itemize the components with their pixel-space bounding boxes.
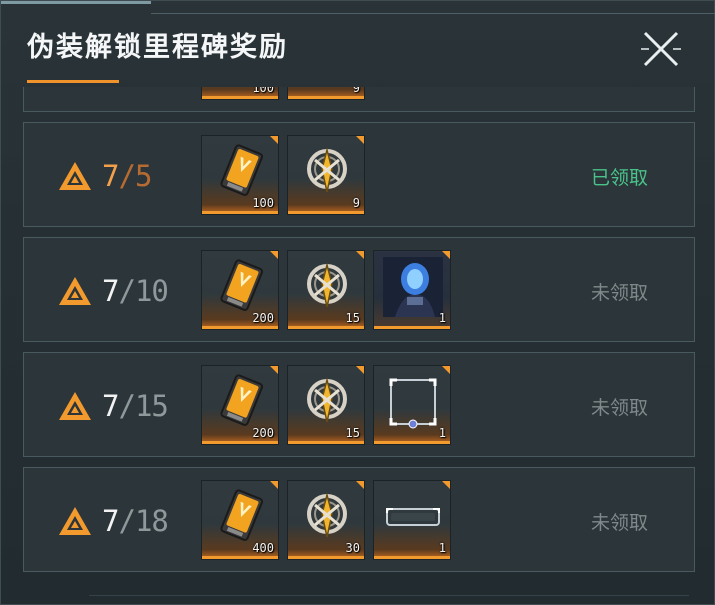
crossed-swords-emblem-icon <box>307 262 347 308</box>
claim-status[interactable]: 未领取 <box>591 393 648 420</box>
milestone-row: 7/5 100 9 已领取 <box>23 122 695 227</box>
milestone-progress: 7/18 <box>58 501 169 541</box>
reward-item[interactable]: 100 <box>201 135 279 215</box>
reward-item[interactable]: 1 <box>373 250 451 330</box>
reward-item[interactable]: 15 <box>287 250 365 330</box>
close-button[interactable] <box>639 27 683 71</box>
target-count: 18 <box>134 504 169 538</box>
gold-card-icon <box>220 374 264 426</box>
panel-header: 伪装解锁里程碑奖励 <box>1 1 715 87</box>
count-slash: / <box>118 504 135 538</box>
reward-quantity: 200 <box>252 311 274 325</box>
current-count: 7 <box>102 274 119 308</box>
reward-items: 100 9 <box>201 87 373 102</box>
crossed-swords-emblem-icon <box>307 377 347 423</box>
target-count: 5 <box>134 159 152 193</box>
milestone-progress: 7/5 <box>58 156 152 196</box>
milestone-row-partial: 100 9 <box>23 87 695 112</box>
reward-quantity: 9 <box>352 196 360 210</box>
reward-item[interactable]: 200 <box>201 250 279 330</box>
count-slash: / <box>118 159 135 193</box>
crossed-swords-emblem-icon <box>307 147 347 193</box>
claim-status[interactable]: 未领取 <box>591 508 648 535</box>
gold-card-icon <box>220 489 264 541</box>
reward-quantity: 15 <box>345 426 360 440</box>
claim-status[interactable]: 已领取 <box>591 163 648 190</box>
reward-item[interactable]: 1 <box>373 365 451 445</box>
reward-items: 400 30 1 <box>201 480 459 562</box>
progress-count: 7/18 <box>102 504 169 538</box>
count-slash: / <box>118 274 135 308</box>
milestone-row: 7/15 200 15 1 未领取 <box>23 352 695 457</box>
reward-quantity: 1 <box>438 311 446 325</box>
progress-count: 7/10 <box>102 274 169 308</box>
triangle-logo-icon <box>59 162 91 190</box>
count-slash: / <box>118 389 135 423</box>
reward-quantity: 400 <box>252 541 274 555</box>
current-count: 7 <box>102 159 119 193</box>
reward-item[interactable]: 30 <box>287 480 365 560</box>
milestone-progress: 7/10 <box>58 271 169 311</box>
reward-item[interactable]: 15 <box>287 365 365 445</box>
reward-quantity: 30 <box>345 541 360 555</box>
footer-line <box>89 595 689 596</box>
reward-item[interactable]: 9 <box>287 87 365 100</box>
gold-card-icon <box>220 259 264 311</box>
milestone-row: 7/18 400 30 1 未领取 <box>23 467 695 572</box>
milestone-list[interactable]: 100 9 7/5 100 9 已领取 7/10 200 15 1 未领取 7/… <box>23 87 697 583</box>
panel-title: 伪装解锁里程碑奖励 <box>27 32 288 63</box>
reward-items: 100 9 <box>201 135 373 217</box>
character-portrait-icon <box>383 257 443 317</box>
reward-item[interactable]: 400 <box>201 480 279 560</box>
triangle-logo-icon <box>59 392 91 420</box>
triangle-logo-icon <box>59 277 91 305</box>
reward-item[interactable]: 100 <box>201 87 279 100</box>
gold-card-icon <box>220 144 264 196</box>
target-count: 10 <box>134 274 169 308</box>
close-x-icon <box>641 31 681 67</box>
reward-item[interactable]: 200 <box>201 365 279 445</box>
reward-quantity: 100 <box>252 196 274 210</box>
name-plate-frame-icon <box>386 508 440 526</box>
current-count: 7 <box>102 389 119 423</box>
progress-count: 7/5 <box>102 159 152 193</box>
milestone-row: 7/10 200 15 1 未领取 <box>23 237 695 342</box>
reward-item[interactable]: 9 <box>287 135 365 215</box>
reward-items: 200 15 1 <box>201 365 459 447</box>
reward-quantity: 15 <box>345 311 360 325</box>
avatar-frame-icon <box>389 378 437 429</box>
title-underline <box>27 80 119 83</box>
triangle-logo-icon <box>59 507 91 535</box>
current-count: 7 <box>102 504 119 538</box>
reward-items: 200 15 1 <box>201 250 459 332</box>
milestone-reward-panel: 伪装解锁里程碑奖励 100 9 7/5 100 9 已领取 7/10 200 1… <box>0 0 715 605</box>
crossed-swords-emblem-icon <box>307 492 347 538</box>
reward-quantity: 200 <box>252 426 274 440</box>
reward-item[interactable]: 1 <box>373 480 451 560</box>
reward-quantity: 1 <box>438 426 446 440</box>
milestone-progress: 7/15 <box>58 386 169 426</box>
target-count: 15 <box>134 389 169 423</box>
claim-status[interactable]: 未领取 <box>591 278 648 305</box>
reward-quantity: 1 <box>438 541 446 555</box>
progress-count: 7/15 <box>102 389 169 423</box>
